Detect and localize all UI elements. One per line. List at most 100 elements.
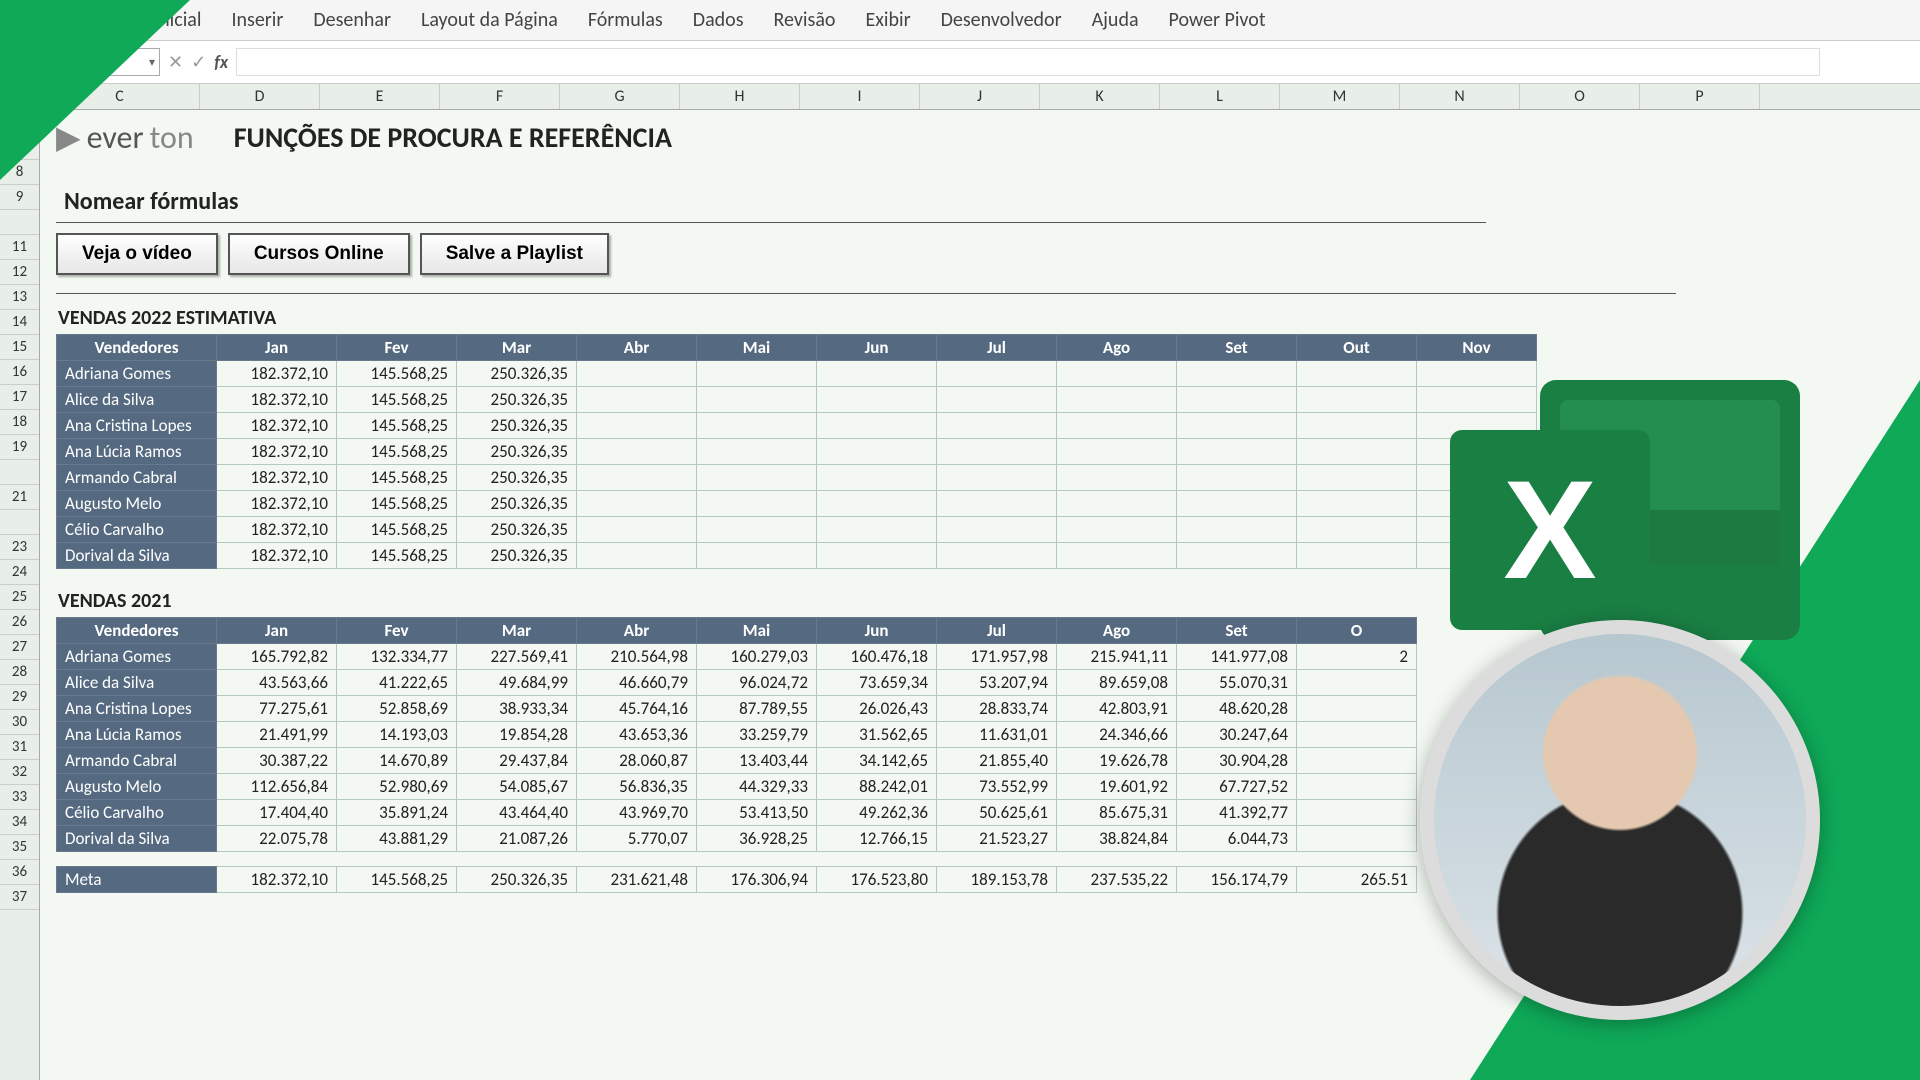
col-header[interactable]: L [1160,84,1280,109]
cell-name[interactable]: Ana Lúcia Ramos [57,439,217,465]
table-vendas-2022[interactable]: VendedoresJanFevMarAbrMaiJunJulAgoSetOut… [56,334,1537,569]
cell[interactable]: 182.372,10 [217,867,337,893]
cell[interactable]: 250.326,35 [457,439,577,465]
cell-name[interactable]: Dorival da Silva [57,826,217,852]
row-header[interactable] [0,510,39,535]
cell[interactable]: 189.153,78 [937,867,1057,893]
cell[interactable] [1057,543,1177,569]
cell[interactable] [817,387,937,413]
col-header[interactable]: E [320,84,440,109]
cell[interactable] [697,439,817,465]
cell[interactable] [1297,826,1417,852]
cell[interactable]: 250.326,35 [457,491,577,517]
cell-name[interactable]: Augusto Melo [57,491,217,517]
cell[interactable]: 145.568,25 [337,543,457,569]
cell[interactable] [937,517,1057,543]
table-row[interactable]: Alice da Silva43.563,6641.222,6549.684,9… [57,670,1417,696]
row-header[interactable]: 14 [0,310,39,335]
ribbon-tab[interactable]: Layout da Página [421,8,558,32]
cell[interactable]: 145.568,25 [337,517,457,543]
row-header[interactable]: 16 [0,360,39,385]
video-button[interactable]: Veja o vídeo [56,233,218,275]
cell[interactable]: 19.854,28 [457,722,577,748]
cell-name[interactable]: Armando Cabral [57,748,217,774]
cell[interactable]: 265.51 [1297,867,1417,893]
cell-name[interactable]: Adriana Gomes [57,361,217,387]
table-header[interactable]: Jul [937,335,1057,361]
table-header[interactable]: Fev [337,335,457,361]
row-header[interactable]: 21 [0,485,39,510]
cell[interactable]: 33.259,79 [697,722,817,748]
cell[interactable] [577,413,697,439]
row-header[interactable]: 28 [0,660,39,685]
cell[interactable]: 29.437,84 [457,748,577,774]
cell[interactable]: 34.142,65 [817,748,937,774]
cell[interactable]: 182.372,10 [217,439,337,465]
cell[interactable] [1057,439,1177,465]
cell[interactable]: 43.653,36 [577,722,697,748]
table-meta[interactable]: Meta182.372,10145.568,25250.326,35231.62… [56,866,1417,893]
cell[interactable] [817,465,937,491]
cell[interactable]: 182.372,10 [217,465,337,491]
cell[interactable]: 36.928,25 [697,826,817,852]
cell[interactable]: 30.247,64 [1177,722,1297,748]
cell[interactable] [697,387,817,413]
cell[interactable] [1057,491,1177,517]
col-header[interactable]: J [920,84,1040,109]
cell[interactable] [1297,387,1417,413]
cell-name[interactable]: Célio Carvalho [57,800,217,826]
row-header[interactable]: 11 [0,235,39,260]
cell[interactable]: 250.326,35 [457,517,577,543]
table-row[interactable]: Adriana Gomes182.372,10145.568,25250.326… [57,361,1537,387]
table-row[interactable]: Ana Cristina Lopes77.275,6152.858,6938.9… [57,696,1417,722]
formula-input[interactable] [236,48,1820,76]
cell[interactable]: 54.085,67 [457,774,577,800]
cell[interactable]: 145.568,25 [337,491,457,517]
cell[interactable]: 43.464,40 [457,800,577,826]
ribbon-tab[interactable]: Inserir [231,8,283,32]
cell[interactable] [1297,696,1417,722]
cell[interactable] [577,543,697,569]
row-header[interactable]: 27 [0,635,39,660]
cell[interactable]: 250.326,35 [457,387,577,413]
cell-name[interactable]: Armando Cabral [57,465,217,491]
cell[interactable]: 250.326,35 [457,413,577,439]
cell[interactable]: 112.656,84 [217,774,337,800]
cell[interactable] [937,361,1057,387]
playlist-button[interactable]: Salve a Playlist [420,233,609,275]
table-header[interactable]: Mar [457,618,577,644]
row-header[interactable]: 26 [0,610,39,635]
table-header[interactable]: Mai [697,618,817,644]
cell[interactable]: 53.413,50 [697,800,817,826]
table-header[interactable]: Jun [817,335,937,361]
cell[interactable]: 21.087,26 [457,826,577,852]
row-header[interactable]: 12 [0,260,39,285]
table-header[interactable]: Out [1297,335,1417,361]
cell[interactable] [1057,465,1177,491]
cell[interactable] [1297,543,1417,569]
cell[interactable] [697,517,817,543]
cell[interactable] [817,517,937,543]
cell[interactable]: 44.329,33 [697,774,817,800]
cell[interactable]: 19.626,78 [1057,748,1177,774]
cell[interactable]: 210.564,98 [577,644,697,670]
cell[interactable]: 21.491,99 [217,722,337,748]
cell[interactable]: 46.660,79 [577,670,697,696]
table-row[interactable]: Augusto Melo112.656,8452.980,6954.085,67… [57,774,1417,800]
cell[interactable]: 19.601,92 [1057,774,1177,800]
ribbon-tab[interactable]: Exibir [865,8,910,32]
cell[interactable]: 73.552,99 [937,774,1057,800]
cell[interactable] [817,543,937,569]
cell[interactable] [937,543,1057,569]
table-header[interactable]: Set [1177,618,1297,644]
cell[interactable]: 13.403,44 [697,748,817,774]
table-header[interactable]: Jul [937,618,1057,644]
row-header[interactable]: 19 [0,435,39,460]
row-header[interactable] [0,210,39,235]
row-header[interactable]: 32 [0,760,39,785]
cell[interactable] [937,413,1057,439]
ribbon-tab[interactable]: Desenvolvedor [941,8,1062,32]
cell[interactable]: 96.024,72 [697,670,817,696]
col-header[interactable]: D [200,84,320,109]
row-header[interactable]: 29 [0,685,39,710]
